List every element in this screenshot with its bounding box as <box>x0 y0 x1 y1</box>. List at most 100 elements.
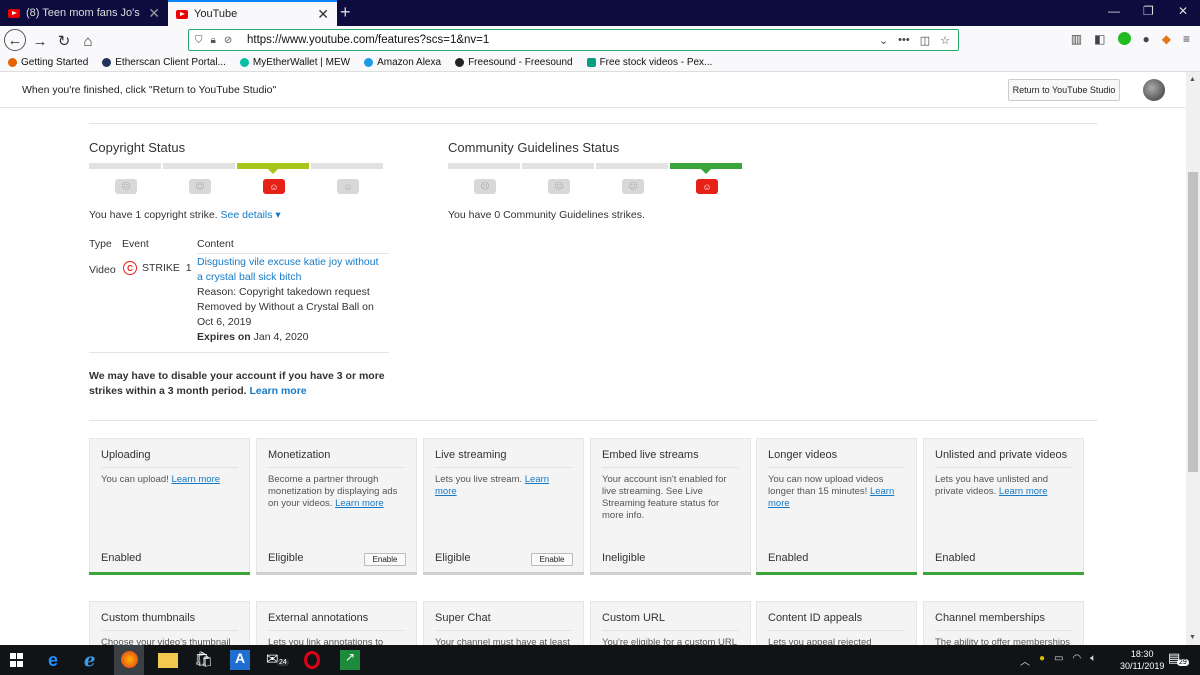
norton-icon[interactable]: ● <box>1039 653 1045 668</box>
reload-button[interactable]: ↻ <box>53 30 75 52</box>
meter-segment <box>89 163 161 169</box>
card-divider <box>602 630 739 631</box>
see-details-link[interactable]: See details ▾ <box>221 209 281 221</box>
copyright-status-title: Copyright Status <box>89 140 186 155</box>
close-tab-icon[interactable]: ✕ <box>148 5 160 22</box>
feature-status: Enabled <box>768 552 809 564</box>
mail-icon[interactable]: ✉ 24 <box>266 650 289 670</box>
mew-icon <box>239 58 249 67</box>
close-tab-icon[interactable]: ✕ <box>317 6 329 23</box>
home-button[interactable]: ⌂ <box>77 30 99 52</box>
app-green-icon[interactable]: ↗ <box>340 650 360 670</box>
feature-status-bar <box>590 572 751 575</box>
back-button[interactable]: ← <box>4 29 26 51</box>
meter-segment <box>448 163 520 169</box>
strike-reason: Reason: Copyright takedown request <box>197 286 370 298</box>
page-scrollbar[interactable]: ▲ ▼ <box>1186 72 1200 645</box>
pocket-icon[interactable]: ◫ <box>920 34 930 47</box>
extension-green-icon[interactable] <box>1117 32 1131 45</box>
address-bar[interactable]: ⛉ 🔒︎ ⊘ https://www.youtube.com/features?… <box>188 29 959 51</box>
card-divider <box>768 467 905 468</box>
bookmark-getting-started[interactable]: Getting Started <box>8 57 88 68</box>
page-actions-icon[interactable]: ••• <box>898 34 910 47</box>
dropdown-icon[interactable]: ⌄ <box>879 34 888 47</box>
internet-explorer-icon[interactable]: ℯ <box>84 650 104 670</box>
scrollbar-thumb[interactable] <box>1188 172 1198 472</box>
neutral-face-icon: 😐︎ <box>548 179 570 194</box>
strike-type: Video <box>89 264 116 276</box>
new-tab-button[interactable]: + <box>340 2 351 23</box>
windows-taskbar: e ℯ 🛍︎ A ✉ 24 ↗ ︿ ● ▭ ◠ 🔈︎ 18:30 30/11/20… <box>0 645 1200 675</box>
notification-badge: 29 <box>1177 659 1189 666</box>
volume-icon[interactable]: 🔈︎ <box>1090 653 1096 668</box>
table-header-divider <box>197 253 389 254</box>
feature-status: Eligible <box>435 552 471 564</box>
feature-card: Monetization Become a partner through mon… <box>256 438 417 575</box>
feature-title: Content ID appeals <box>768 612 863 624</box>
waveform-icon <box>455 58 465 67</box>
shield-icon[interactable]: ⛉ <box>195 35 203 46</box>
return-to-studio-button[interactable]: Return to YouTube Studio <box>1008 79 1120 101</box>
metamask-icon[interactable]: ◆ <box>1162 32 1171 46</box>
file-explorer-icon[interactable] <box>158 653 178 668</box>
bookmark-freesound[interactable]: Freesound - Freesound <box>455 57 573 68</box>
sad-face-icon: ☹ <box>474 179 496 194</box>
permissions-icon[interactable]: ⊘ <box>224 35 232 46</box>
edge-icon[interactable]: e <box>48 650 68 670</box>
forward-button[interactable]: → <box>29 30 51 52</box>
app-a-icon[interactable]: A <box>230 650 250 670</box>
bookmark-etherscan[interactable]: Etherscan Client Portal... <box>102 57 226 68</box>
feature-title: Unlisted and private videos <box>935 449 1068 461</box>
lock-icon[interactable]: 🔒︎ <box>211 35 216 46</box>
meter-segment <box>311 163 383 169</box>
scroll-up-icon[interactable]: ▲ <box>1189 76 1196 83</box>
chevron-up-icon[interactable]: ︿ <box>1020 653 1030 668</box>
feature-learn-more-link[interactable]: Learn more <box>335 498 384 509</box>
bookmark-pexels[interactable]: Free stock videos - Pex... <box>586 57 712 68</box>
enable-button[interactable]: Enable <box>531 553 573 566</box>
bookmark-alexa[interactable]: Amazon Alexa <box>364 57 441 68</box>
bookmark-mew[interactable]: MyEtherWallet | MEW <box>239 57 350 68</box>
wifi-icon[interactable]: ◠ <box>1073 653 1082 668</box>
feature-learn-more-link[interactable]: Learn more <box>999 486 1048 497</box>
feature-card: Super Chat Your channel must have at leas… <box>423 601 584 645</box>
minimize-icon[interactable]: — <box>1108 4 1120 18</box>
opera-icon[interactable] <box>304 651 320 669</box>
learn-more-link[interactable]: Learn more <box>249 385 306 397</box>
strike-video-link[interactable]: Disgusting vile excuse katie joy without… <box>197 255 387 285</box>
firefox-taskbar-item[interactable] <box>114 645 144 675</box>
notification-icon[interactable]: ▤ 29 <box>1168 650 1189 670</box>
tab-label: YouTube <box>194 8 238 20</box>
feature-description: Choose your video's thumbnail by <box>101 637 231 645</box>
bookmark-star-icon[interactable]: ☆ <box>940 34 950 47</box>
youtube-icon <box>8 8 20 18</box>
tab-teen-mom[interactable]: (8) Teen mom fans Jo's Thoug ✕ <box>0 0 168 26</box>
feature-learn-more-link[interactable]: Learn more <box>171 474 220 485</box>
system-tray: ︿ ● ▭ ◠ 🔈︎ <box>1020 653 1096 668</box>
menu-icon[interactable]: ≡ <box>1183 32 1190 46</box>
firefox-icon <box>8 58 17 67</box>
community-faces: ☹ 😐︎ 😐︎ ☺ <box>448 179 744 194</box>
feature-status: Eligible <box>268 552 304 564</box>
happy-face-red-icon: ☺ <box>263 179 285 194</box>
studio-return-bar: When you're finished, click "Return to Y… <box>0 72 1186 108</box>
tab-youtube[interactable]: YouTube ✕ <box>168 0 337 26</box>
enable-button[interactable]: Enable <box>364 553 406 566</box>
scroll-down-icon[interactable]: ▼ <box>1189 634 1196 641</box>
restore-icon[interactable]: ❐ <box>1143 4 1154 18</box>
location-pin-icon <box>364 58 374 67</box>
store-icon[interactable]: 🛍︎ <box>194 650 214 670</box>
avatar[interactable] <box>1143 79 1165 101</box>
feature-card: Content ID appeals Lets you appeal reject… <box>756 601 917 645</box>
card-divider <box>935 630 1072 631</box>
sidebar-icon[interactable]: ◧ <box>1094 32 1105 46</box>
divider <box>89 123 1098 124</box>
battery-icon[interactable]: ▭ <box>1054 653 1063 668</box>
windows-start-icon[interactable] <box>10 653 24 667</box>
account-icon[interactable]: ● <box>1143 32 1150 46</box>
close-window-icon[interactable]: ✕ <box>1178 4 1188 18</box>
meter-segment-active <box>237 163 309 174</box>
url-text[interactable]: https://www.youtube.com/features?scs=1&n… <box>247 34 879 46</box>
clock[interactable]: 18:30 30/11/2019 <box>1120 648 1164 672</box>
library-icon[interactable]: ▥ <box>1071 32 1082 46</box>
